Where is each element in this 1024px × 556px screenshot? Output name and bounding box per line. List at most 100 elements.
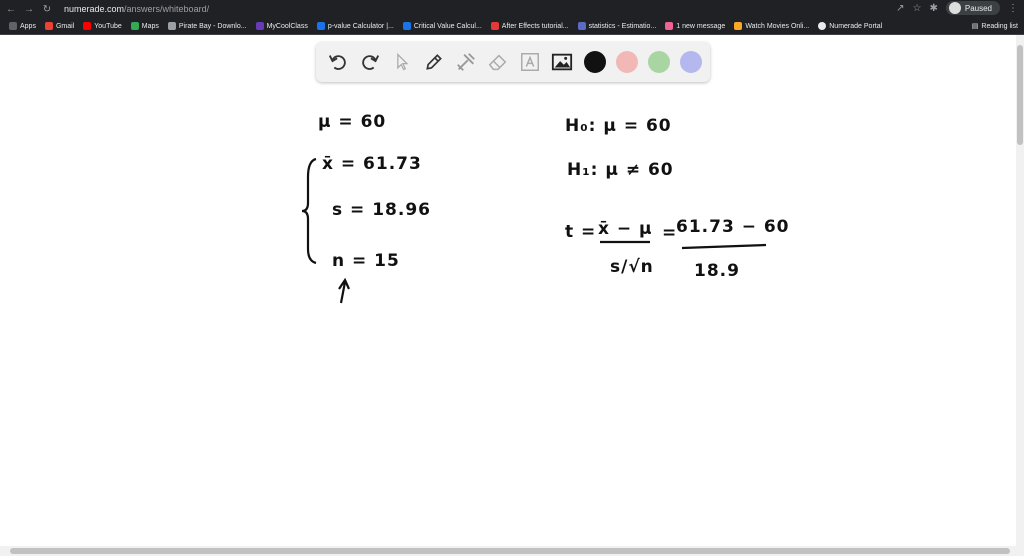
tools-button[interactable] xyxy=(454,50,478,74)
share-icon[interactable]: ↗ xyxy=(896,3,904,14)
sample-sd: s = 18.96 xyxy=(332,200,431,220)
t-numerator: x̄ − μ xyxy=(598,219,653,239)
vertical-scroll-thumb[interactable] xyxy=(1017,45,1023,145)
pen-button[interactable] xyxy=(422,50,446,74)
gmail-icon xyxy=(44,22,53,30)
whiteboard-toolbar xyxy=(316,42,710,82)
bookmark-apps[interactable]: Apps xyxy=(9,22,36,30)
globe-icon xyxy=(818,22,827,30)
bookmark-after-effects[interactable]: After Effects tutorial... xyxy=(490,22,569,30)
browser-actions: ↗ ☆ ✱ Paused ⋮ xyxy=(896,1,1018,15)
back-icon[interactable]: ← xyxy=(4,2,18,16)
bookmark-label: Watch Movies Onli... xyxy=(745,22,810,30)
bookmarks-bar: Apps Gmail YouTube Maps Pirate Bay - Dow… xyxy=(0,18,1024,35)
t-symbol: t = xyxy=(565,222,597,242)
horizontal-scrollbar[interactable] xyxy=(0,546,1024,556)
browser-top-bar: ← → ↻ numerade.com/answers/whiteboard/ ↗… xyxy=(0,0,1024,18)
color-green-swatch[interactable] xyxy=(648,51,670,73)
eraser-button[interactable] xyxy=(486,50,510,74)
sample-size: n = 15 xyxy=(332,251,400,271)
maps-icon xyxy=(130,22,139,30)
reading-list-label: Reading list xyxy=(981,22,1018,30)
bookmark-maps[interactable]: Maps xyxy=(130,22,159,30)
forward-icon[interactable]: → xyxy=(22,2,36,16)
youtube-icon xyxy=(83,22,92,30)
bookmark-critical-value[interactable]: Critical Value Calcul... xyxy=(402,22,482,30)
bookmark-label: Critical Value Calcul... xyxy=(413,22,482,30)
after-effects-icon xyxy=(490,22,499,30)
profile-button[interactable]: Paused xyxy=(945,1,1000,15)
color-pink-swatch[interactable] xyxy=(616,51,638,73)
bookmark-mycoolclass[interactable]: MyCoolClass xyxy=(255,22,308,30)
bookmark-new-message[interactable]: 1 new message xyxy=(665,22,725,30)
page-icon xyxy=(167,22,176,30)
bookmark-gmail[interactable]: Gmail xyxy=(44,22,75,30)
profile-status: Paused xyxy=(964,3,992,13)
apps-icon xyxy=(9,22,17,30)
bookmark-statistics[interactable]: statistics - Estimatio... xyxy=(577,22,657,30)
undo-button[interactable] xyxy=(326,50,350,74)
undo-icon xyxy=(328,55,346,70)
mu-value: μ = 60 xyxy=(318,112,387,132)
bookmark-label: After Effects tutorial... xyxy=(501,22,569,30)
bookmark-label: 1 new message xyxy=(676,22,726,30)
text-icon xyxy=(521,53,539,71)
image-icon xyxy=(551,53,573,71)
stack-exchange-icon xyxy=(577,22,586,30)
message-icon xyxy=(665,22,674,30)
substituted-numerator: 61.73 − 60 xyxy=(676,217,790,237)
t-denominator: s/√n xyxy=(610,257,654,277)
arrow-mark xyxy=(338,277,351,304)
redo-button[interactable] xyxy=(358,50,382,74)
brace-mark xyxy=(301,157,317,265)
cursor-icon xyxy=(397,52,409,71)
calculator-icon xyxy=(316,22,325,30)
menu-icon[interactable]: ⋮ xyxy=(1008,3,1018,14)
bookmark-watch-movies[interactable]: Watch Movies Onli... xyxy=(734,22,809,30)
reading-list-button[interactable]: ▤ Reading list xyxy=(971,22,1018,31)
eraser-icon xyxy=(488,54,507,71)
bookmark-label: statistics - Estimatio... xyxy=(588,22,657,30)
movie-icon xyxy=(734,22,743,30)
url-path: /answers/whiteboard/ xyxy=(124,4,210,14)
select-button[interactable] xyxy=(390,50,414,74)
bookmark-label: p-value Calculator |... xyxy=(327,22,394,30)
bookmark-numerade-portal[interactable]: Numerade Portal xyxy=(818,22,882,30)
color-black-swatch[interactable] xyxy=(584,51,606,73)
text-button[interactable] xyxy=(518,50,542,74)
fraction-line-formula xyxy=(600,240,650,244)
bookmark-label: Numerade Portal xyxy=(829,22,883,30)
mycoolclass-icon xyxy=(255,22,264,30)
substituted-denominator: 18.9 xyxy=(694,261,740,281)
equals-sign: = xyxy=(662,223,678,243)
fraction-line-substituted xyxy=(681,243,767,250)
calculator-icon xyxy=(402,22,411,30)
horizontal-scroll-thumb[interactable] xyxy=(10,548,1010,554)
tools-icon xyxy=(457,53,475,71)
bookmark-label: Maps xyxy=(141,22,159,30)
bookmark-label: Apps xyxy=(20,22,36,30)
bookmark-youtube[interactable]: YouTube xyxy=(83,22,122,30)
star-icon[interactable]: ☆ xyxy=(913,3,922,14)
sample-mean: x̄ = 61.73 xyxy=(322,154,422,174)
bookmark-label: MyCoolClass xyxy=(266,22,308,30)
whiteboard-canvas[interactable]: μ = 60 x̄ = 61.73 s = 18.96 n = 15 H₀: μ… xyxy=(0,35,1016,546)
pencil-icon xyxy=(426,54,442,70)
null-hypothesis: H₀: μ = 60 xyxy=(565,116,672,136)
bookmark-pirate-bay[interactable]: Pirate Bay - Downlo... xyxy=(167,22,247,30)
alt-hypothesis: H₁: μ ≠ 60 xyxy=(567,160,674,180)
image-button[interactable] xyxy=(550,50,574,74)
vertical-scrollbar[interactable] xyxy=(1016,35,1024,546)
reload-icon[interactable]: ↻ xyxy=(40,2,54,16)
url-host: numerade.com xyxy=(64,4,125,14)
bookmark-label: Pirate Bay - Downlo... xyxy=(178,22,247,30)
extensions-icon[interactable]: ✱ xyxy=(929,3,937,14)
avatar xyxy=(948,2,961,14)
redo-icon xyxy=(362,55,380,70)
bookmark-p-value[interactable]: p-value Calculator |... xyxy=(316,22,394,30)
color-purple-swatch[interactable] xyxy=(680,51,702,73)
bookmark-label: Gmail xyxy=(55,22,75,30)
bookmark-label: YouTube xyxy=(94,22,122,30)
address-bar[interactable]: numerade.com/answers/whiteboard/ xyxy=(64,4,209,14)
reading-list-icon: ▤ xyxy=(971,23,979,30)
